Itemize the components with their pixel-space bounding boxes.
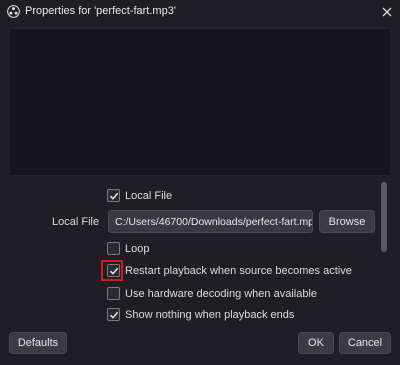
- local-file-checkbox-label: Local File: [125, 189, 173, 202]
- browse-button[interactable]: Browse: [319, 210, 375, 233]
- obs-logo-icon: [7, 5, 20, 18]
- show-nothing-checkbox-label: Show nothing when playback ends: [125, 308, 295, 321]
- show-nothing-checkbox-row[interactable]: Show nothing when playback ends: [107, 308, 294, 321]
- ok-button[interactable]: OK: [298, 332, 334, 354]
- defaults-button[interactable]: Defaults: [9, 332, 67, 354]
- local-file-field-label: Local File: [52, 216, 100, 228]
- properties-scrollbar[interactable]: [381, 182, 387, 252]
- loop-checkbox-row[interactable]: Loop: [107, 242, 149, 255]
- hw-decoding-checkbox-label: Use hardware decoding when available: [125, 287, 318, 300]
- close-icon: [382, 7, 392, 17]
- local-file-checkbox[interactable]: [107, 189, 120, 202]
- hw-decoding-checkbox[interactable]: [107, 287, 120, 300]
- properties-dialog: Properties for 'perfect-fart.mp3' Local …: [0, 0, 400, 365]
- close-button[interactable]: [374, 0, 400, 24]
- highlight-box: [101, 260, 123, 281]
- local-file-checkbox-row[interactable]: Local File: [107, 189, 172, 202]
- restart-playback-checkbox-label: Restart playback when source becomes act…: [125, 264, 352, 277]
- show-nothing-checkbox[interactable]: [107, 308, 120, 321]
- cancel-button[interactable]: Cancel: [339, 332, 391, 354]
- checkmark-icon: [109, 311, 118, 319]
- local-file-path-input[interactable]: C:/Users/46700/Downloads/perfect-fart.mp…: [108, 210, 313, 233]
- source-preview: [9, 28, 391, 176]
- loop-checkbox-label: Loop: [125, 242, 150, 255]
- window-title: Properties for 'perfect-fart.mp3': [25, 5, 176, 17]
- checkmark-icon: [109, 192, 118, 200]
- restart-playback-checkbox-row[interactable]: Restart playback when source becomes act…: [107, 264, 352, 277]
- hw-decoding-checkbox-row[interactable]: Use hardware decoding when available: [107, 287, 317, 300]
- loop-checkbox[interactable]: [107, 242, 120, 255]
- title-bar: Properties for 'perfect-fart.mp3': [0, 0, 400, 24]
